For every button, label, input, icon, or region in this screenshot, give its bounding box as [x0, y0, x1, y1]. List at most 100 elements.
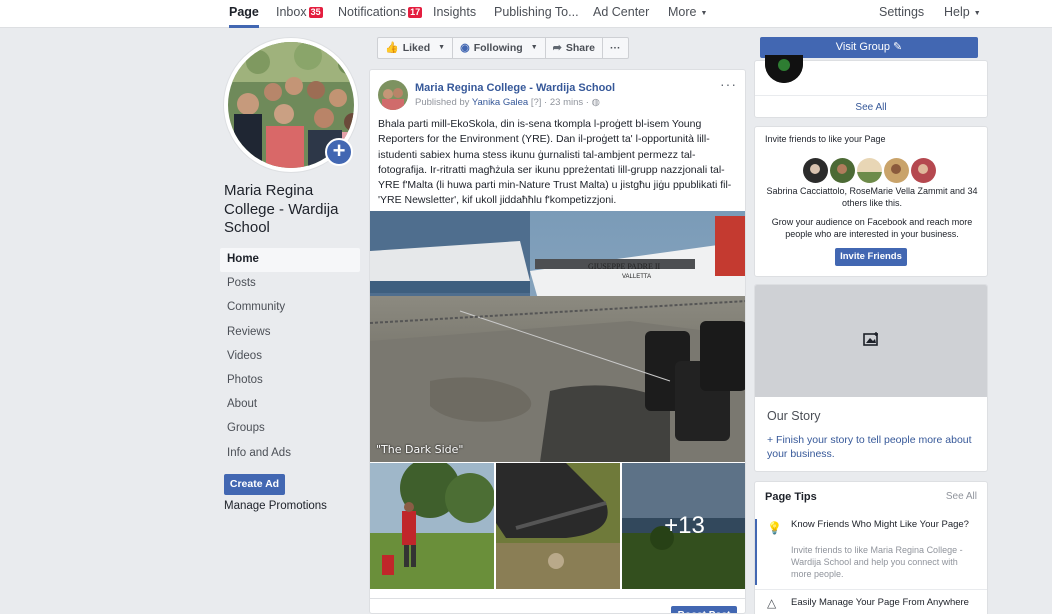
- friend-avatar[interactable]: [830, 158, 855, 183]
- liked-label: Liked: [402, 42, 431, 54]
- post-main-photo[interactable]: GIUSEPPE PADRE II VALLETTA "The Dark Sid…: [370, 211, 745, 462]
- friend-avatar-image: [803, 158, 828, 183]
- friend-avatar[interactable]: [911, 158, 936, 183]
- photo-caption: "The Dark Side": [376, 443, 464, 456]
- our-story-card: Our Story + Finish your story to tell pe…: [754, 284, 988, 472]
- caret-down-icon: ▼: [438, 44, 446, 51]
- story-cover-placeholder[interactable]: [755, 285, 987, 397]
- friend-avatar-image: [884, 158, 909, 183]
- tab-page-label: Page: [229, 5, 259, 19]
- rss-icon: ◉: [460, 42, 470, 54]
- tab-insights[interactable]: Insights: [433, 0, 476, 28]
- finish-story-link[interactable]: + Finish your story to tell people more …: [767, 434, 979, 461]
- friend-avatar[interactable]: [857, 158, 882, 183]
- more-actions-label: ···: [610, 42, 621, 54]
- friend-avatar-image: [830, 158, 855, 183]
- published-by-label: Published by: [415, 97, 470, 108]
- liker-faces: [803, 158, 936, 183]
- post-photo-grid: +13: [370, 463, 745, 589]
- sidebar-item-videos[interactable]: Videos: [220, 345, 360, 369]
- tab-notifications[interactable]: Notifications 17: [338, 0, 423, 28]
- page-action-bar: 👍 Liked ▼ ◉ Following ▼ ➦ Share ···: [377, 37, 629, 59]
- help-marker[interactable]: [?]: [531, 97, 542, 108]
- tip-item[interactable]: 💡 Know Friends Who Might Like Your Page?…: [755, 519, 987, 585]
- page-tips-card: Page Tips See All 💡 Know Friends Who Mig…: [754, 481, 988, 614]
- more-photos-overlay[interactable]: +13: [622, 463, 745, 589]
- sidebar-item-about[interactable]: About: [220, 393, 360, 417]
- page-tips-see-all[interactable]: See All: [946, 491, 977, 502]
- tab-publishing-tools[interactable]: Publishing To...: [494, 0, 579, 28]
- invite-friends-button[interactable]: Invite Friends: [835, 248, 907, 266]
- tab-inbox[interactable]: Inbox 35: [276, 0, 323, 28]
- sidebar-item-community[interactable]: Community: [220, 296, 360, 320]
- share-arrow-icon: ➦: [552, 42, 562, 54]
- inbox-count-badge: 35: [308, 7, 323, 18]
- page-sidebar-nav: Home Posts Community Reviews Videos Phot…: [220, 248, 360, 466]
- tab-insights-label: Insights: [433, 5, 477, 19]
- share-button[interactable]: ➦ Share: [545, 37, 604, 59]
- photo-thumb-1[interactable]: [370, 463, 494, 589]
- tab-more-label: More: [668, 5, 697, 19]
- manage-promotions-link[interactable]: Manage Promotions: [224, 500, 327, 512]
- invite-friends-card: Invite friends to like your Page Sabrina…: [754, 126, 988, 277]
- invite-card-header: Invite friends to like your Page: [765, 134, 886, 144]
- group-see-all-link[interactable]: See All: [755, 95, 987, 113]
- photo-thumb-3[interactable]: +13: [622, 463, 745, 589]
- create-ad-button[interactable]: Create Ad: [224, 474, 285, 495]
- tab-page[interactable]: Page: [229, 0, 259, 28]
- following-button[interactable]: ◉ Following ▼: [453, 37, 546, 59]
- tab-ad-center[interactable]: Ad Center: [593, 0, 649, 28]
- sidebar-item-info-and-ads[interactable]: Info and Ads: [220, 442, 360, 466]
- sidebar-item-groups[interactable]: Groups: [220, 417, 360, 441]
- group-card: See All: [754, 55, 988, 118]
- post-author-avatar[interactable]: [378, 80, 408, 110]
- publisher-name[interactable]: Yanika Galea: [472, 97, 528, 108]
- page-tips-title: Page Tips: [765, 491, 817, 503]
- post-divider: [370, 598, 745, 599]
- post-meta: Published by Yanika Galea [?] · 23 mins …: [415, 97, 600, 108]
- caret-down-icon: ▼: [973, 10, 981, 17]
- friend-avatar[interactable]: [803, 158, 828, 183]
- tab-inbox-label: Inbox: [276, 5, 307, 19]
- author-avatar-image: [378, 80, 408, 110]
- tab-ad-center-label: Ad Center: [593, 5, 650, 19]
- notifications-count-badge: 17: [408, 7, 423, 18]
- post-timestamp[interactable]: 23 mins: [550, 97, 583, 108]
- tab-publishing-label: Publishing To...: [494, 5, 579, 19]
- more-actions-button[interactable]: ···: [603, 37, 629, 59]
- thumbs-up-icon: 👍: [385, 42, 399, 54]
- tip-highlight-bar: [755, 519, 757, 585]
- liked-button[interactable]: 👍 Liked ▼: [377, 37, 454, 59]
- sidebar-item-posts[interactable]: Posts: [220, 272, 360, 296]
- globe-icon: ◍: [591, 97, 600, 108]
- tip-title: Know Friends Who Might Like Your Page?: [791, 519, 969, 530]
- photo-thumb-2[interactable]: [496, 463, 620, 589]
- tip-item[interactable]: △ Easily Manage Your Page From Anywhere: [755, 589, 987, 614]
- group-logo[interactable]: [765, 55, 803, 83]
- friend-avatar-image: [911, 158, 936, 183]
- help-link[interactable]: Help ▼: [944, 0, 981, 28]
- settings-link[interactable]: Settings: [879, 0, 924, 28]
- sidebar-item-reviews[interactable]: Reviews: [220, 321, 360, 345]
- visit-group-label: Visit Group: [835, 41, 890, 53]
- boost-post-button[interactable]: Boost Post: [671, 606, 737, 613]
- sidebar-item-home[interactable]: Home: [220, 248, 360, 273]
- friend-avatar[interactable]: [884, 158, 909, 183]
- caret-down-icon: ▼: [700, 10, 708, 17]
- add-photo-button[interactable]: +: [325, 138, 353, 166]
- tab-notifications-label: Notifications: [338, 5, 407, 19]
- feed-post: Maria Regina College - Wardija School Pu…: [369, 69, 746, 614]
- sidebar-item-photos[interactable]: Photos: [220, 369, 360, 393]
- boat-name-text: GIUSEPPE PADRE II: [588, 262, 660, 271]
- tab-more[interactable]: More ▼: [668, 0, 707, 28]
- triangle-icon: △: [767, 596, 777, 610]
- post-options-button[interactable]: ···: [720, 76, 737, 92]
- lightbulb-icon: 💡: [767, 521, 782, 535]
- share-label: Share: [565, 42, 596, 54]
- post-author-name[interactable]: Maria Regina College - Wardija School: [415, 82, 615, 94]
- likers-text: Sabrina Cacciattolo, RoseMarie Vella Zam…: [766, 186, 978, 208]
- pencil-icon: ✎: [893, 41, 903, 53]
- page-title: Maria Regina College - Wardija School: [224, 182, 339, 236]
- harbour-boat-photo: GIUSEPPE PADRE II VALLETTA: [370, 211, 745, 462]
- page-top-nav: Page Inbox 35 Notifications 17 Insights Pu…: [0, 0, 1052, 28]
